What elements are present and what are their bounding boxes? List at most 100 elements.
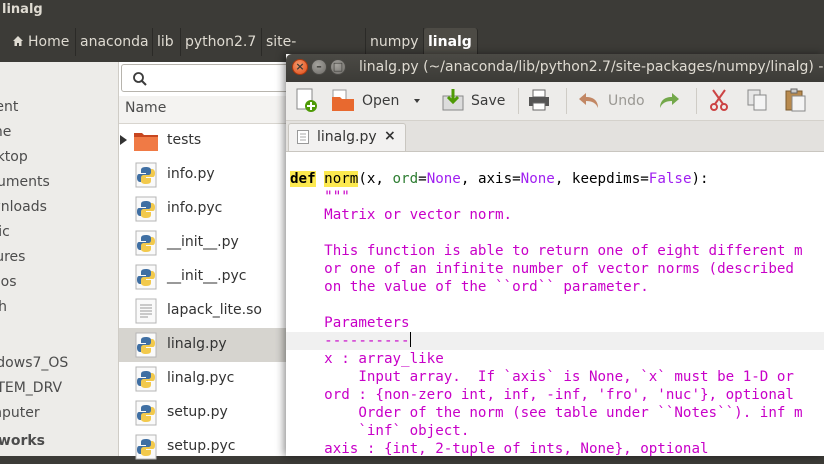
scissors-icon — [710, 89, 728, 111]
open-button[interactable]: Open — [330, 87, 406, 115]
sidebar-item-computer[interactable]: Computer — [0, 402, 118, 424]
code-token: (x, — [358, 171, 393, 187]
print-button[interactable] — [526, 87, 554, 115]
breadcrumb-linalg[interactable]: linalg — [424, 28, 478, 56]
minimize-button[interactable]: – — [311, 59, 327, 75]
file-row-setup-pyc[interactable]: setup.pyc — [119, 430, 299, 464]
file-name: lapack_lite.so — [167, 302, 262, 318]
open-recent-dropdown[interactable] — [410, 87, 424, 115]
sidebar-item-music[interactable]: Music — [0, 221, 118, 243]
file-row-linalg-pyc[interactable]: linalg.pyc — [119, 362, 299, 396]
file-name: __init__.py — [167, 234, 239, 250]
gedit-titlebar[interactable]: × – □ linalg.py (~/anaconda/lib/python2.… — [286, 54, 824, 82]
file-row-setup-py[interactable]: setup.py — [119, 396, 299, 430]
file-row-init-py[interactable]: __init__.py — [119, 226, 299, 260]
tab-linalg-py[interactable]: linalg.py × — [288, 123, 406, 151]
code-token: = — [418, 171, 427, 187]
column-header-label: Name — [125, 100, 167, 116]
cut-button[interactable] — [706, 87, 734, 115]
sidebar-item-system-drv[interactable]: SYSTEM_DRV — [0, 377, 118, 399]
sidebar-item-windows7-os[interactable]: Windows7_OS — [0, 352, 118, 374]
file-name: linalg.pyc — [167, 370, 235, 386]
file-name: __init__.pyc — [167, 268, 247, 284]
file-row-lapack-lite-so[interactable]: lapack_lite.so — [119, 294, 299, 328]
undo-button[interactable]: Undo — [576, 87, 648, 115]
sidebar-item-pictures[interactable]: Pictures — [0, 246, 118, 268]
tab-close-icon[interactable]: × — [384, 128, 396, 144]
sidebar-item-desktop[interactable]: Desktop — [0, 146, 118, 168]
save-icon — [442, 89, 464, 111]
save-button[interactable]: Save — [440, 87, 510, 115]
breadcrumb-label: python2.7 — [185, 34, 257, 50]
code-token: ): — [691, 171, 709, 187]
code-token: ---------- — [290, 333, 410, 349]
code-line: x : array_like — [290, 351, 444, 367]
code-editor[interactable]: def norm(x, ord=None, axis=None, keepdim… — [286, 152, 824, 456]
breadcrumb-anaconda[interactable]: anaconda — [76, 28, 153, 56]
current-code-line: ---------- — [286, 332, 824, 350]
file-row-tests[interactable]: tests — [119, 124, 299, 158]
code-line: """ — [290, 189, 350, 205]
file-name: setup.py — [167, 404, 228, 420]
file-manager-titlebar: linalg — [0, 0, 824, 24]
redo-button[interactable] — [656, 87, 684, 115]
paste-icon — [785, 88, 806, 112]
code-line: Parameters — [290, 315, 410, 331]
column-header-name[interactable]: Name — [119, 96, 299, 124]
python-file-icon — [135, 400, 157, 426]
code-token: , keepdims= — [554, 171, 649, 187]
file-row-init-pyc[interactable]: __init__.pyc — [119, 260, 299, 294]
breadcrumb-numpy[interactable]: numpy — [366, 28, 424, 56]
new-document-button[interactable] — [292, 87, 320, 115]
file-row-info-pyc[interactable]: info.pyc — [119, 192, 299, 226]
sidebar-item-downloads[interactable]: Downloads — [0, 196, 118, 218]
open-folder-icon — [332, 89, 354, 111]
code-line: def norm(x, ord=None, axis=None, keepdim… — [290, 170, 709, 188]
toolbar-separator — [518, 88, 519, 114]
sidebar-item-trash[interactable]: Trash — [0, 296, 118, 318]
file-name: info.pyc — [167, 200, 223, 216]
sidebar-heading-networks: Networks — [0, 433, 46, 449]
code-token: False — [648, 171, 692, 187]
paste-button[interactable] — [782, 87, 810, 115]
search-input[interactable] — [121, 64, 291, 92]
save-label: Save — [471, 93, 506, 109]
gedit-window: × – □ linalg.py (~/anaconda/lib/python2.… — [286, 54, 824, 456]
copy-button[interactable] — [744, 87, 772, 115]
breadcrumb-lib[interactable]: lib — [153, 28, 181, 56]
text-cursor — [409, 332, 411, 347]
code-line: `inf` object. — [290, 423, 470, 439]
file-row-linalg-py[interactable]: linalg.py — [119, 328, 299, 362]
minimize-icon: – — [316, 60, 322, 73]
file-name: linalg.py — [167, 336, 227, 352]
window-title: linalg.py (~/anaconda/lib/python2.7/site… — [359, 59, 824, 75]
file-manager-title: linalg — [2, 2, 43, 17]
code-line: or one of an infinite number of vector n… — [290, 261, 794, 277]
code-line: ord : {non-zero int, inf, -inf, 'fro', '… — [290, 387, 794, 403]
gedit-toolbar: Open Save Undo — [286, 82, 824, 121]
breadcrumb-home[interactable]: Home — [8, 28, 76, 56]
toolbar-separator — [566, 88, 567, 114]
expander-triangle-icon[interactable] — [120, 135, 127, 145]
undo-label: Undo — [608, 93, 645, 109]
python-file-icon — [135, 162, 157, 188]
file-name: setup.pyc — [167, 438, 236, 454]
code-line: Matrix or vector norm. — [290, 207, 513, 223]
sidebar-item-documents[interactable]: Documents — [0, 171, 118, 193]
close-button[interactable]: × — [292, 59, 308, 75]
code-line: Order of the norm (see table under ``Not… — [290, 405, 803, 421]
sidebar-item-videos[interactable]: Videos — [0, 271, 118, 293]
breadcrumb-label: linalg — [428, 34, 472, 50]
breadcrumb-python27[interactable]: python2.7 — [181, 28, 262, 56]
folder-icon — [134, 133, 158, 151]
sidebar-item-recent[interactable]: Recent — [0, 96, 118, 118]
maximize-button[interactable]: □ — [330, 59, 346, 75]
breadcrumb-label: lib — [157, 34, 174, 50]
file-row-info-py[interactable]: info.py — [119, 158, 299, 192]
text-file-icon — [135, 298, 157, 324]
printer-icon — [529, 89, 549, 111]
keyword-def: def — [290, 171, 316, 187]
sidebar-item-home[interactable]: Home — [0, 121, 118, 143]
tab-label: linalg.py — [317, 129, 377, 145]
breadcrumb-site-packages[interactable]: site-packages — [262, 28, 366, 78]
